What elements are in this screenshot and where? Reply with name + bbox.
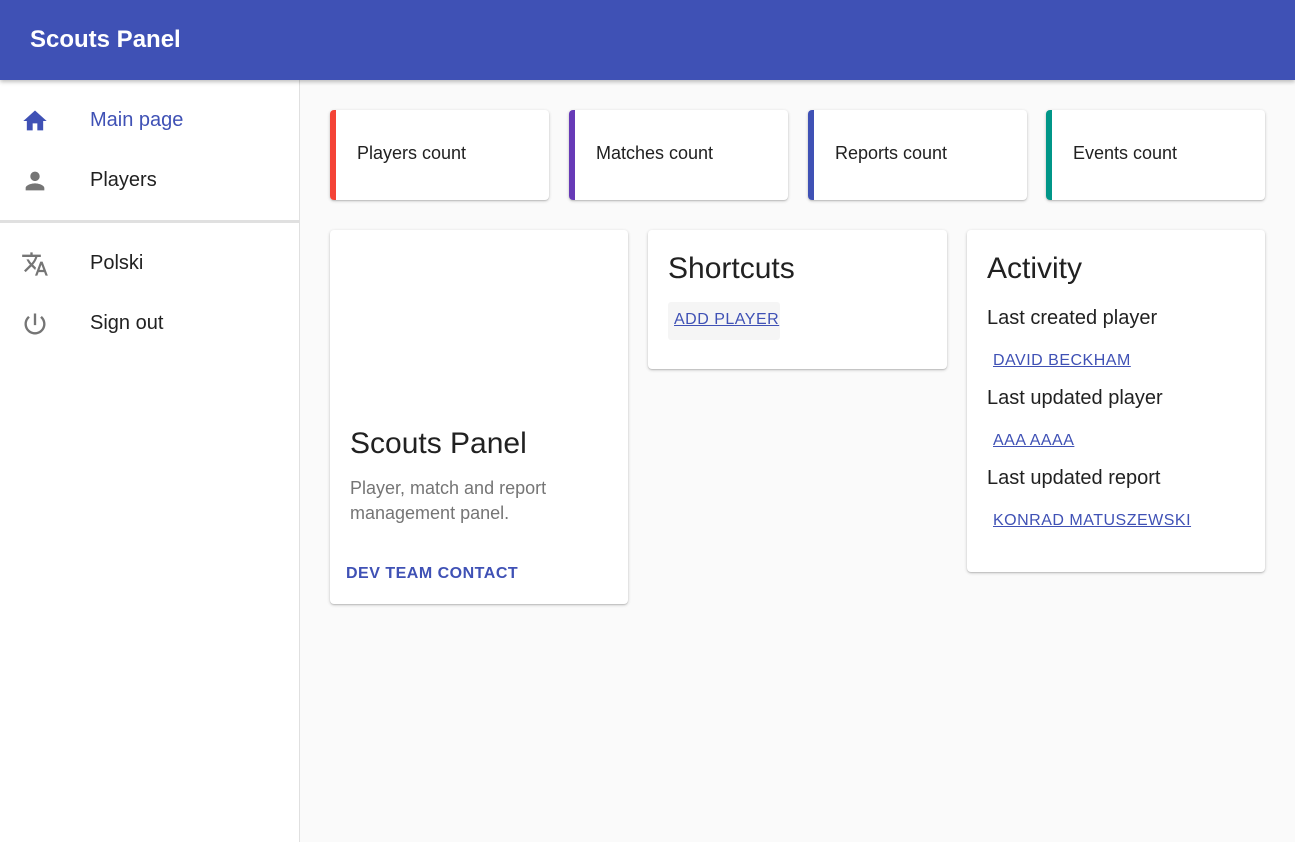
stat-accent-bar bbox=[1046, 110, 1052, 200]
stat-accent-bar bbox=[330, 110, 336, 200]
stat-label: Events count bbox=[1073, 143, 1178, 163]
sidebar-item-label: Sign out bbox=[90, 312, 164, 334]
sidebar-item-language[interactable]: Polski bbox=[0, 233, 299, 293]
add-player-button[interactable]: ADD PLAYER bbox=[674, 310, 779, 330]
shortcuts-card: Shortcuts ADD PLAYER bbox=[648, 230, 947, 369]
stat-label: Matches count bbox=[596, 143, 714, 163]
last-updated-player-link[interactable]: AAA AAAA bbox=[993, 431, 1074, 451]
stat-card-players: Players count 333 bbox=[330, 110, 549, 200]
intro-card: Scouts Panel Player, match and report ma… bbox=[330, 230, 628, 604]
activity-card-title: Activity bbox=[987, 252, 1083, 285]
home-icon bbox=[21, 107, 49, 135]
sidebar-item-main-page[interactable]: Main page bbox=[0, 90, 299, 150]
power-icon bbox=[21, 310, 49, 338]
stat-card-reports: Reports count 19 bbox=[808, 110, 1027, 200]
person-icon bbox=[21, 167, 49, 195]
sidebar-item-players[interactable]: Players bbox=[0, 150, 299, 210]
app-bar: Scouts Panel bbox=[0, 0, 1295, 80]
sidebar-item-label: Main page bbox=[90, 109, 184, 131]
stat-label: Reports count bbox=[835, 143, 948, 163]
dev-team-contact-button[interactable]: DEV TEAM CONTACT bbox=[346, 564, 518, 584]
last-updated-report-link[interactable]: KONRAD MATUSZEWSKI bbox=[993, 511, 1191, 531]
stat-label: Players count bbox=[357, 143, 467, 163]
stat-card-events: Events count 34 bbox=[1046, 110, 1265, 200]
stat-accent-bar bbox=[569, 110, 575, 200]
shortcuts-card-title: Shortcuts bbox=[668, 252, 795, 285]
activity-card: Activity Last created player DAVID BECKH… bbox=[967, 230, 1265, 572]
activity-label-updated-report: Last updated report bbox=[987, 467, 1161, 489]
activity-label-updated-player: Last updated player bbox=[987, 387, 1163, 409]
sidebar-item-label: Polski bbox=[90, 252, 144, 274]
app-title: Scouts Panel bbox=[30, 26, 181, 53]
stat-accent-bar bbox=[808, 110, 814, 200]
sidebar: Main page Players Polski Sign out bbox=[0, 80, 300, 842]
sidebar-item-label: Players bbox=[90, 169, 157, 191]
intro-card-description: Player, match and report management pane… bbox=[350, 478, 547, 523]
translate-icon bbox=[21, 250, 49, 278]
last-created-player-link[interactable]: DAVID BECKHAM bbox=[993, 351, 1131, 371]
sidebar-divider bbox=[0, 220, 299, 223]
activity-label-created-player: Last created player bbox=[987, 307, 1158, 329]
sidebar-item-sign-out[interactable]: Sign out bbox=[0, 293, 299, 353]
stat-card-matches: Matches count 15 bbox=[569, 110, 788, 200]
intro-card-title: Scouts Panel bbox=[350, 427, 527, 460]
